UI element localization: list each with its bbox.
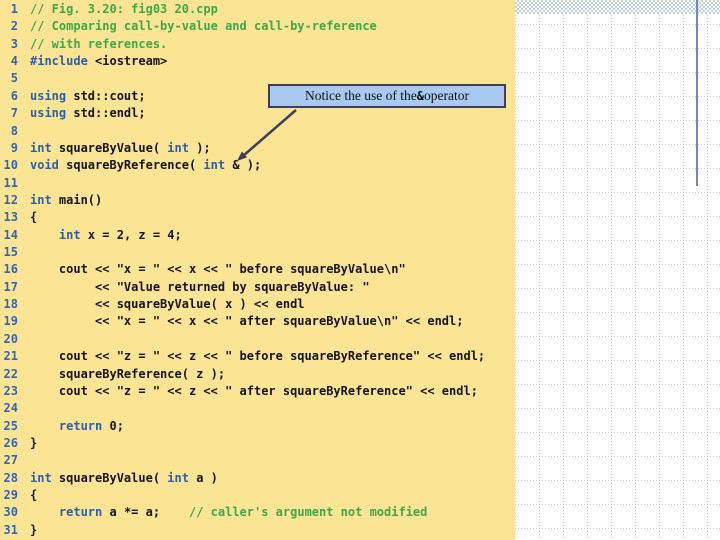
code-line: 13 { (0, 209, 515, 226)
line-number: 18 (3, 297, 18, 312)
line-number: 2 (10, 19, 18, 34)
ampersand-operator: & (416, 89, 424, 103)
code-text: return a *= a; // caller's argument not … (58, 505, 428, 520)
slide: 1 // Fig. 3.20: fig03 20.cpp 2 // Comparing… (0, 0, 720, 540)
checker-band (515, 0, 720, 14)
line-number: 11 (3, 175, 18, 190)
line-number: 30 (3, 505, 18, 520)
line-number: 26 (3, 435, 18, 450)
code-text: int squareByValue( int ); (30, 140, 211, 155)
line-number: 17 (3, 279, 18, 294)
code-text: // with references. (30, 36, 168, 51)
code-line: 9 int squareByValue( int ); (0, 140, 515, 157)
code-text: #include <iostream> (30, 54, 168, 69)
code-line: 8 (0, 123, 515, 140)
line-number: 23 (3, 383, 18, 398)
code-text: int x = 2, z = 4; (58, 227, 182, 242)
line-number: 5 (10, 71, 18, 86)
code-text: cout << "x = " << x << " before squareBy… (30, 262, 406, 277)
code-text: int main() (30, 192, 103, 207)
code-text: void squareByReference( int & ); (30, 158, 262, 173)
line-number: 4 (10, 54, 18, 69)
code-line: 27 (0, 452, 515, 469)
line-number: 22 (3, 366, 18, 381)
code-text: << squareByValue( x ) << endl (30, 297, 305, 312)
line-number: 8 (10, 123, 18, 138)
vertical-rule (696, 0, 698, 186)
code-text: // Fig. 3.20: fig03 20.cpp (30, 2, 218, 16)
callout-text: operator (423, 88, 469, 103)
code-text: { (30, 210, 38, 225)
line-number: 3 (10, 36, 18, 51)
line-number: 31 (3, 522, 18, 537)
code-text: // Comparing call-by-value and call-by-r… (30, 19, 377, 34)
code-line: 14 int x = 2, z = 4; (0, 227, 515, 244)
line-number: 16 (3, 262, 18, 277)
code-text: int squareByValue( int a ) (30, 470, 218, 485)
code-line: 25 return 0; (0, 418, 515, 435)
code-line: 23 cout << "z = " << z << " after square… (0, 383, 515, 400)
slide-background-grid (515, 0, 720, 540)
code-line: 3 // with references. (0, 36, 515, 53)
line-number: 19 (3, 314, 18, 329)
code-line: 4 #include <iostream> (0, 53, 515, 70)
code-line: 30 return a *= a; // caller's argument n… (0, 504, 515, 521)
line-number: 27 (3, 453, 18, 468)
line-number: 24 (3, 401, 18, 416)
code-text: << "Value returned by squareByValue: " (30, 279, 370, 294)
code-line: 31} (0, 522, 515, 539)
line-number: 1 (10, 2, 18, 16)
line-number: 9 (10, 140, 18, 155)
line-number: 15 (3, 245, 18, 260)
line-number: 29 (3, 488, 18, 503)
code-text: squareByReference( z ); (30, 366, 226, 381)
code-line: 16 cout << "x = " << x << " before squar… (0, 261, 515, 278)
code-line: 17 << "Value returned by squareByValue: … (0, 279, 515, 296)
line-number: 25 (3, 418, 18, 433)
code-line: 11 (0, 175, 515, 192)
code-line: 29 { (0, 487, 515, 504)
line-number: 12 (3, 192, 18, 207)
code-line: 1 // Fig. 3.20: fig03 20.cpp (0, 1, 515, 18)
code-text: } (30, 435, 38, 450)
line-number: 14 (3, 227, 18, 242)
code-line: 12 int main() (0, 192, 515, 209)
line-number: 20 (3, 331, 18, 346)
callout-text: Notice the use of the (305, 88, 417, 103)
code-text: using std::cout; (30, 88, 146, 103)
line-number: 7 (10, 106, 18, 121)
line-number: 6 (10, 88, 18, 103)
code-text: { (30, 488, 38, 503)
line-number: 28 (3, 470, 18, 485)
dotted-grid (515, 0, 720, 540)
line-number: 13 (3, 210, 18, 225)
code-line: 26} (0, 435, 515, 452)
code-line: 18 << squareByValue( x ) << endl (0, 296, 515, 313)
code-line: 10 void squareByReference( int & ); (0, 157, 515, 174)
code-listing: 1 // Fig. 3.20: fig03 20.cpp 2 // Comparing… (0, 0, 515, 540)
code-text: using std::endl; (30, 106, 146, 121)
code-line: 19 << "x = " << x << " after squareByVal… (0, 313, 515, 330)
code-text: << "x = " << x << " after squareByValue\… (30, 314, 464, 329)
code-line: 24 (0, 400, 515, 417)
code-text: } (30, 522, 38, 537)
code-line: 28 int squareByValue( int a ) (0, 470, 515, 487)
code-text: cout << "z = " << z << " after squareByR… (30, 383, 478, 398)
code-line: 22 squareByReference( z ); (0, 366, 515, 383)
code-line: 20 (0, 331, 515, 348)
code-text: return 0; (58, 418, 124, 433)
code-line: 15 (0, 244, 515, 261)
callout-box: Notice the use of the & operator (268, 84, 506, 108)
line-number: 21 (3, 349, 18, 364)
code-line: 21 cout << "z = " << z << " before squar… (0, 348, 515, 365)
code-text: cout << "z = " << z << " before squareBy… (30, 349, 486, 364)
code-line: 2 // Comparing call-by-value and call-by-… (0, 18, 515, 35)
line-number: 10 (3, 158, 18, 173)
